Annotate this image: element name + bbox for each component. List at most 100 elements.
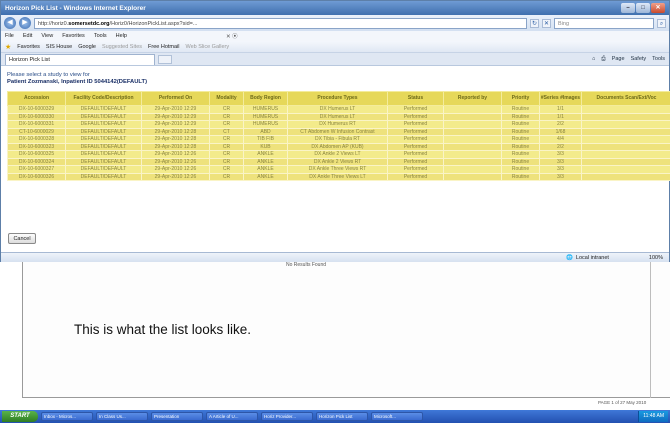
menu-help[interactable]: Help bbox=[116, 33, 127, 39]
menu-file[interactable]: File bbox=[5, 33, 14, 39]
table-row[interactable]: DX-10-6000330 DEFAULT/DEFAULT 29-Apr-2010 … bbox=[7, 112, 670, 121]
table-cell: Performed bbox=[387, 120, 444, 129]
menu-edit[interactable]: Edit bbox=[23, 33, 32, 39]
stop-icon[interactable]: ✕ bbox=[542, 18, 551, 28]
zone-label: Local intranet bbox=[575, 254, 609, 261]
fav-web-slice-gallery[interactable]: Web Slice Gallery bbox=[186, 44, 230, 50]
slide-area: No Results Found This is what the list l… bbox=[0, 262, 670, 410]
menu-favorites[interactable]: Favorites bbox=[62, 33, 85, 39]
menu-tools[interactable]: Tools bbox=[94, 33, 107, 39]
new-tab-button[interactable] bbox=[158, 54, 172, 64]
table-cell bbox=[581, 127, 670, 136]
tab-horizon-pick-list[interactable]: Horizon Pick List bbox=[5, 53, 155, 65]
table-cell: DX Ankle Three Views LT bbox=[287, 172, 388, 181]
close-toolbar-icon[interactable]: ✕ ⦿ bbox=[226, 32, 238, 40]
fav-suggested-sites[interactable]: Suggested Sites bbox=[102, 44, 142, 50]
maximize-button[interactable]: □ bbox=[636, 3, 650, 13]
table-cell bbox=[443, 127, 502, 136]
page-menu[interactable]: Page bbox=[612, 56, 625, 63]
table-cell bbox=[581, 105, 670, 114]
table-cell: Performed bbox=[387, 165, 444, 174]
col-facility[interactable]: Facility Code/Description bbox=[65, 91, 142, 106]
minimize-button[interactable]: – bbox=[621, 3, 635, 13]
address-bar: ◀ ▶ http://horiz0.somersetdc.org/Horiz0/… bbox=[1, 15, 669, 31]
command-bar: ⌂ ⎙ Page Safety Tools bbox=[592, 56, 665, 63]
table-header: Accession Facility Code/Description Perf… bbox=[7, 91, 670, 106]
col-series-images[interactable]: #Series #Images bbox=[539, 91, 582, 106]
col-performed-on[interactable]: Performed On bbox=[141, 91, 210, 106]
table-cell: DEFAULT/DEFAULT bbox=[65, 150, 142, 159]
table-cell: DEFAULT/DEFAULT bbox=[65, 165, 142, 174]
start-button[interactable]: START bbox=[2, 411, 38, 422]
taskbar-item-2[interactable]: Presentation bbox=[151, 412, 203, 421]
table-cell: Performed bbox=[387, 157, 444, 166]
table-row[interactable]: CT-10-6000029 DEFAULT/DEFAULT 29-Apr-2010 … bbox=[7, 127, 670, 136]
table-row[interactable]: DX-10-6000328 DEFAULT/DEFAULT 29-Apr-2010 … bbox=[7, 135, 670, 144]
forward-button[interactable]: ▶ bbox=[19, 17, 31, 29]
table-row[interactable]: DX-10-6000324 DEFAULT/DEFAULT 29-Apr-2010 … bbox=[7, 157, 670, 166]
back-button[interactable]: ◀ bbox=[4, 17, 16, 29]
table-row[interactable]: DX-10-6000329 DEFAULT/DEFAULT 29-Apr-2010 … bbox=[7, 105, 670, 114]
table-cell: 3/3 bbox=[539, 165, 582, 174]
table-cell: 2/2 bbox=[539, 120, 582, 129]
favorites-star-icon[interactable]: ★ bbox=[5, 43, 11, 51]
table-row[interactable]: DX-10-6000327 DEFAULT/DEFAULT 29-Apr-2010 … bbox=[7, 165, 670, 174]
col-accession[interactable]: Accession bbox=[7, 91, 66, 106]
globe-icon: 🌐 bbox=[566, 254, 573, 261]
fav-google[interactable]: Google bbox=[78, 44, 96, 50]
table-cell: Routine bbox=[501, 157, 540, 166]
table-cell: 29-Apr-2010 12:29 bbox=[141, 112, 210, 121]
taskbar-item-6[interactable]: Microsoft... bbox=[371, 412, 423, 421]
print-icon[interactable]: ⎙ bbox=[601, 56, 605, 63]
taskbar-item-4[interactable]: Horiz Provider... bbox=[261, 412, 313, 421]
col-procedure-types[interactable]: Procedure Types bbox=[287, 91, 388, 106]
table-cell: CR bbox=[209, 142, 244, 151]
refresh-icon[interactable]: ↻ bbox=[530, 18, 539, 28]
col-modality[interactable]: Modality bbox=[209, 91, 244, 106]
table-cell: DX-10-6000331 bbox=[7, 120, 66, 129]
taskbar-item-5[interactable]: Horizon Pick List bbox=[316, 412, 368, 421]
table-row[interactable]: DX-10-6000323 DEFAULT/DEFAULT 29-Apr-2010 … bbox=[7, 142, 670, 151]
tray-time[interactable]: 11:48 AM bbox=[643, 413, 664, 419]
fav-free-hotmail[interactable]: Free Hotmail bbox=[148, 44, 179, 50]
security-zone[interactable]: 🌐 Local intranet bbox=[566, 255, 609, 261]
fav-sis-house[interactable]: SIS House bbox=[46, 44, 72, 50]
table-row[interactable]: DX-10-6000325 DEFAULT/DEFAULT 29-Apr-2010 … bbox=[7, 150, 670, 159]
col-body-region[interactable]: Body Region bbox=[243, 91, 288, 106]
search-icon[interactable]: ⌕ bbox=[657, 18, 666, 28]
table-cell: 1/1 bbox=[539, 112, 582, 121]
table-cell: ANKLE bbox=[243, 150, 288, 159]
taskbar-item-0[interactable]: Inbox - Micros... bbox=[41, 412, 93, 421]
table-cell: ANKLE bbox=[243, 165, 288, 174]
taskbar-item-3[interactable]: A Article of U... bbox=[206, 412, 258, 421]
home-icon[interactable]: ⌂ bbox=[592, 56, 595, 63]
table-cell: CR bbox=[209, 120, 244, 129]
table-cell: 1/68 bbox=[539, 127, 582, 136]
table-cell bbox=[443, 112, 502, 121]
cancel-button[interactable]: Cancel bbox=[8, 233, 36, 244]
table-cell: DX-10-6000327 bbox=[7, 165, 66, 174]
favorites-label[interactable]: Favorites bbox=[17, 44, 40, 50]
table-row[interactable]: DX-10-6000326 DEFAULT/DEFAULT 29-Apr-2010 … bbox=[7, 172, 670, 181]
menu-view[interactable]: View bbox=[41, 33, 53, 39]
search-input[interactable]: Bing bbox=[554, 17, 654, 29]
col-documents[interactable]: Documents Scan/Ext/Voc bbox=[581, 91, 670, 106]
table-cell: Performed bbox=[387, 112, 444, 121]
safety-menu[interactable]: Safety bbox=[631, 56, 647, 63]
col-priority[interactable]: Priority bbox=[501, 91, 540, 106]
close-button[interactable]: ✕ bbox=[651, 3, 665, 13]
tools-menu[interactable]: Tools bbox=[652, 56, 665, 63]
table-cell bbox=[443, 150, 502, 159]
table-cell: 4/4 bbox=[539, 135, 582, 144]
url-field[interactable]: http://horiz0.somersetdc.org/Horiz0/Hori… bbox=[34, 17, 527, 29]
table-cell: 29-Apr-2010 12:26 bbox=[141, 172, 210, 181]
table-cell: CR bbox=[209, 135, 244, 144]
table-cell: Routine bbox=[501, 150, 540, 159]
col-status[interactable]: Status bbox=[387, 91, 444, 106]
col-reported-by[interactable]: Reported by bbox=[443, 91, 502, 106]
zoom-level[interactable]: 100% bbox=[649, 255, 663, 261]
table-cell: DEFAULT/DEFAULT bbox=[65, 105, 142, 114]
favorites-bar: ★ Favorites SIS House Google Suggested S… bbox=[1, 41, 669, 53]
table-row[interactable]: DX-10-6000331 DEFAULT/DEFAULT 29-Apr-2010 … bbox=[7, 120, 670, 129]
taskbar-item-1[interactable]: In Class Us... bbox=[96, 412, 148, 421]
